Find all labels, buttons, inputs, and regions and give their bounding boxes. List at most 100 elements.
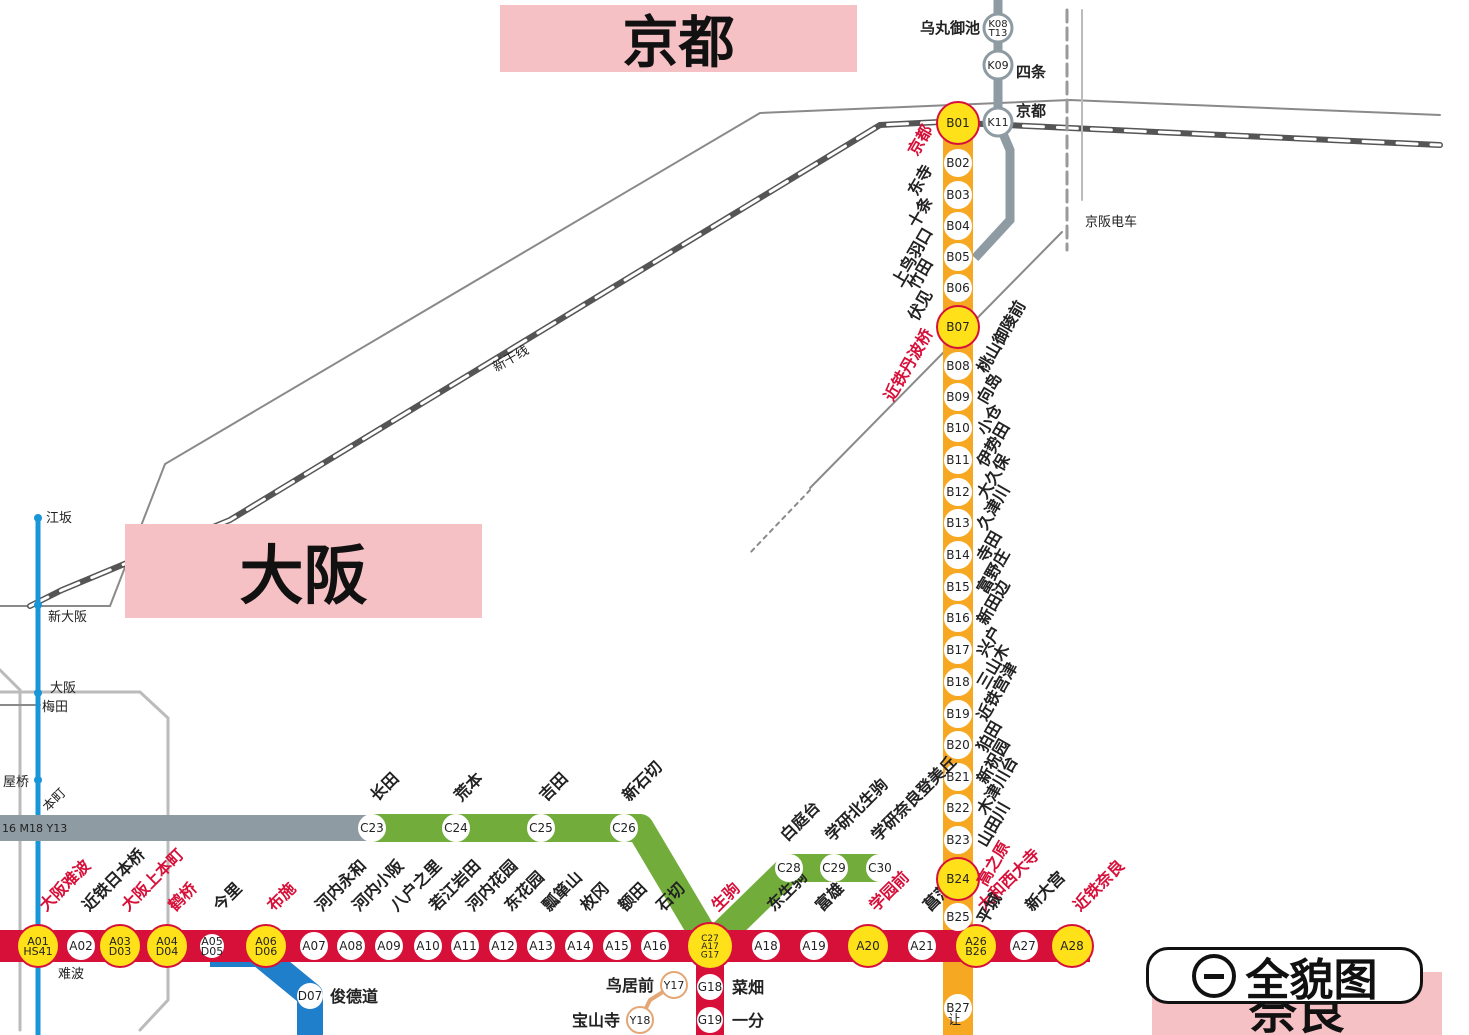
overview-button-label: 全貌图: [1245, 954, 1378, 1006]
station-code: B08: [946, 359, 970, 373]
city-label-kyoto: 京都: [500, 5, 857, 72]
station-code: A08: [339, 939, 362, 953]
station-code: C29: [822, 861, 846, 875]
station-name: 宝山寺: [572, 1011, 620, 1030]
label-b26-extra: 让: [948, 1013, 961, 1028]
station-code: G19: [698, 1013, 723, 1027]
station-name: 新石切: [618, 757, 665, 804]
station-code: B01: [946, 116, 970, 130]
station-code: A10: [416, 939, 439, 953]
station-code: A09: [377, 939, 400, 953]
station-d07[interactable]: D07 俊德道: [297, 983, 378, 1009]
station-k09[interactable]: K09 四条: [982, 49, 1047, 81]
station-k11[interactable]: K11 京都: [982, 102, 1046, 138]
station-code: A05 D05: [201, 935, 223, 958]
station-code: K08 T13: [988, 19, 1008, 39]
station-code: A15: [605, 939, 628, 953]
station-name: 近铁奈良: [1069, 856, 1128, 915]
station-code: B13: [946, 516, 970, 530]
station-name: 吉田: [535, 769, 571, 805]
station-code: B23: [946, 833, 970, 847]
station-g19[interactable]: G19 一分: [697, 1007, 764, 1033]
station-y17[interactable]: Y17 鸟居前: [606, 971, 688, 999]
zoom-out-icon: [1191, 953, 1236, 998]
station-code: A18: [754, 939, 777, 953]
station-code: C27 A17 G17: [701, 934, 719, 960]
station-code: A12: [491, 939, 514, 953]
station-code: C26: [612, 821, 636, 835]
station-code: A14: [567, 939, 590, 953]
station-code: G18: [698, 980, 723, 994]
station-code: B10: [946, 421, 970, 435]
station-code: B04: [946, 219, 970, 233]
station-name: 桃山御陵前: [973, 297, 1029, 376]
station-name: 额田: [614, 879, 650, 915]
station-g18[interactable]: G18 菜畑: [697, 974, 764, 1000]
station-name: 新大宫: [1021, 867, 1068, 914]
station-y18[interactable]: Y18 宝山寺: [572, 1006, 654, 1034]
label-keihan: 京阪电车: [1085, 214, 1137, 230]
jr-lines: [0, 8, 1443, 1032]
city-label-osaka: 大阪: [125, 524, 482, 618]
station-name: 京都: [1016, 102, 1046, 120]
station-code: A06 D06: [255, 935, 277, 958]
station-code: A20: [856, 939, 879, 953]
station-code: A28: [1060, 939, 1083, 953]
station-code: A11: [453, 939, 476, 953]
station-name: 布施: [263, 879, 299, 915]
station-code: B14: [946, 548, 970, 562]
station-code: B11: [946, 453, 970, 467]
station-code: Y17: [663, 979, 685, 992]
label-esaka: 江坂: [46, 511, 72, 526]
station-code: A13: [529, 939, 552, 953]
station-code: B16: [946, 611, 970, 625]
station-name: 东寺: [904, 162, 936, 199]
station-code: B06: [946, 281, 970, 295]
station-code: C24: [444, 821, 468, 835]
station-name: 菜畑: [731, 978, 764, 997]
station-a28[interactable]: A28 近铁奈良: [1050, 856, 1128, 968]
label-yodoyabashi: 屋桥: [3, 775, 29, 790]
station-code: B24: [946, 872, 970, 886]
station-code: A27: [1012, 939, 1035, 953]
station-name: 伏见: [904, 287, 936, 324]
station-name: 长田: [366, 769, 402, 805]
station-name: 鹤桥: [164, 878, 201, 915]
station-code: B20: [946, 738, 970, 752]
station-code: B05: [946, 250, 970, 264]
station-code: A04 D04: [156, 935, 178, 958]
label-through-codes: 16 M18 Y13: [2, 822, 67, 835]
station-name: 四条: [1016, 63, 1047, 81]
station-code: Y18: [629, 1014, 651, 1027]
station-code: B19: [946, 707, 970, 721]
station-code: B18: [946, 675, 970, 689]
station-code: A07: [302, 939, 325, 953]
label-namba: 难波: [58, 967, 84, 982]
kintetsu-kyoto-branch: [809, 231, 1063, 489]
station-code: C25: [529, 821, 553, 835]
station-name: 京都: [904, 122, 936, 159]
label-osaka-stn: 大阪: [50, 681, 76, 696]
station-code: B12: [946, 485, 970, 499]
station-name: 白庭台: [776, 797, 823, 844]
overview-button[interactable]: 全貌图: [1146, 947, 1423, 1006]
station-code: B15: [946, 580, 970, 594]
station-code: B17: [946, 643, 970, 657]
station-k08[interactable]: K08 T13 乌丸御池: [920, 12, 1014, 44]
station-name: 俊德道: [330, 987, 378, 1006]
station-name: 今里: [209, 879, 246, 916]
station-code: B25: [946, 910, 970, 924]
label-honmachi: 本町: [40, 786, 69, 815]
osaka-loop-line-2: [0, 668, 22, 1032]
label-umeda: 梅田: [42, 700, 68, 715]
station-code: K11: [987, 116, 1008, 129]
label-shin-osaka: 新大阪: [48, 609, 87, 625]
station-code: C23: [360, 821, 384, 835]
station-code: A21: [910, 939, 933, 953]
station-code: B02: [946, 156, 970, 170]
station-code: A02: [69, 939, 92, 953]
station-code: B03: [946, 188, 970, 202]
station-name: 富雄: [811, 879, 847, 915]
railway-map: A01 HS41大阪难波A02近铁日本桥A03 D03大阪上本町A04 D04鹤桥A0…: [0, 0, 1443, 1035]
dotted-extension: [747, 489, 811, 556]
